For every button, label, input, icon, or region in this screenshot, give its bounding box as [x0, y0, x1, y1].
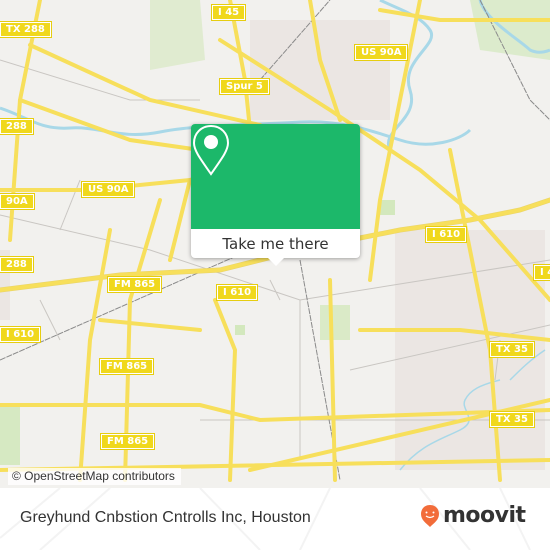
popup-header[interactable] — [191, 124, 360, 229]
take-me-there-button[interactable]: Take me there — [191, 229, 360, 258]
road-shield-fm865: FM 865 — [108, 277, 162, 292]
road-shield-fm865: FM 865 — [100, 359, 154, 374]
brand-name: moovit — [443, 503, 526, 528]
road-shield-tx288: 288 — [0, 119, 33, 134]
road-shield-fm865: FM 865 — [101, 434, 155, 449]
moovit-logo[interactable]: moovit — [420, 503, 526, 528]
road-shield-i45: I 4 — [534, 265, 550, 280]
road-shield-tx288: TX 288 — [0, 22, 51, 37]
moovit-pin-icon — [421, 504, 439, 527]
popup-pointer — [268, 258, 284, 266]
road-shield-us90a: 90A — [0, 194, 34, 209]
road-shield-tx288: 288 — [0, 257, 33, 272]
road-shield-us90a: US 90A — [355, 45, 408, 60]
road-shield-i610: I 610 — [0, 327, 41, 342]
road-shield-tx35: TX 35 — [490, 412, 534, 427]
map-view[interactable]: TX 288 I 45 US 90A Spur 5 288 90A US 90A… — [0, 0, 550, 488]
road-shield-us90a: US 90A — [82, 182, 135, 197]
road-shield-i610: I 610 — [217, 285, 258, 300]
road-shield-i45: I 45 — [212, 5, 246, 20]
location-pin-icon — [192, 124, 230, 176]
road-shield-i610: I 610 — [426, 227, 467, 242]
location-popup[interactable]: Take me there — [191, 124, 360, 266]
road-shield-spur5: Spur 5 — [220, 79, 269, 94]
place-title: Greyhund Cnbstion Cntrolls Inc, Houston — [20, 509, 311, 526]
map-attribution[interactable]: © OpenStreetMap contributors — [8, 468, 181, 485]
road-shield-tx35: TX 35 — [490, 342, 534, 357]
